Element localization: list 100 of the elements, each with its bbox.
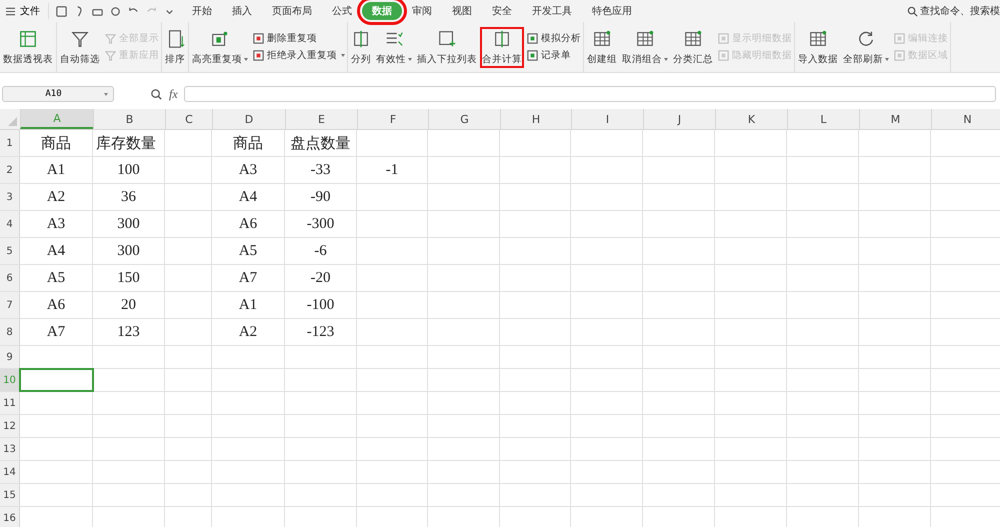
cell-text: -6	[314, 242, 327, 260]
menu-icon[interactable]	[5, 6, 16, 16]
dropdown-caret-icon	[408, 58, 412, 60]
row-header[interactable]: 5	[0, 238, 20, 264]
column-header[interactable]: K	[715, 109, 787, 129]
menu-tab[interactable]: 开始	[182, 2, 222, 20]
column-header[interactable]: C	[165, 109, 212, 129]
cell-text: -300	[306, 216, 334, 232]
row-header[interactable]: 3	[0, 184, 20, 210]
search-field[interactable]: 查找命令、搜索模	[907, 4, 1000, 18]
row-header[interactable]: 6	[0, 265, 20, 291]
row-header[interactable]: 15	[0, 484, 20, 506]
zoom-icon[interactable]	[150, 88, 163, 100]
ribbon-button[interactable]: 排序	[163, 26, 187, 68]
funnel-icon	[104, 32, 117, 45]
ribbon-button[interactable]: 创建组	[585, 26, 619, 68]
row-header[interactable]: 14	[0, 461, 20, 483]
column-header[interactable]: F	[357, 109, 428, 129]
cell-text: 20	[121, 296, 136, 314]
ribbon-button[interactable]: 分列	[349, 26, 373, 68]
search-icon	[907, 6, 918, 16]
column-header[interactable]: N	[931, 109, 1000, 129]
cell-text: A1	[46, 162, 66, 178]
row-header[interactable]: 8	[0, 319, 20, 345]
ribbon-button[interactable]: 删除重复项	[251, 32, 346, 45]
column-header[interactable]: I	[571, 109, 643, 129]
cell-text: A7	[238, 270, 258, 286]
cell-text: A1	[238, 296, 258, 314]
cell-text: A4	[238, 188, 258, 206]
ribbon-button[interactable]: 合并计算	[480, 26, 524, 68]
cell-text: 库存数量	[96, 134, 156, 152]
cell-text: 100	[117, 162, 140, 178]
cell-text: -100	[306, 296, 334, 314]
ribbon-button[interactable]: 取消组合	[620, 26, 670, 68]
row-header[interactable]: 4	[0, 211, 20, 237]
row-header[interactable]: 7	[0, 292, 20, 318]
menu-tab[interactable]: 特色应用	[582, 2, 642, 20]
column-header[interactable]: G	[428, 109, 500, 129]
menu-tab[interactable]: 审阅	[402, 2, 442, 20]
cell-text: 商品	[41, 134, 71, 152]
funnel-icon	[104, 49, 117, 62]
cell-text: A2	[46, 188, 66, 206]
cell-text: 300	[117, 242, 140, 260]
ribbon-button[interactable]: 分类汇总	[671, 26, 715, 68]
column-header[interactable]: J	[643, 109, 715, 129]
row-header[interactable]: 2	[0, 157, 20, 183]
column-header[interactable]: E	[285, 109, 357, 129]
row-header[interactable]: 1	[0, 130, 20, 156]
column-header[interactable]: M	[859, 109, 931, 129]
name-box[interactable]: A10	[2, 86, 114, 102]
cell-text: A6	[238, 216, 258, 232]
row-header[interactable]: 16	[0, 507, 20, 527]
file-menu[interactable]: 文件	[16, 3, 49, 19]
cell-text: -20	[310, 270, 330, 286]
column-header[interactable]: B	[93, 109, 165, 129]
row-header[interactable]: 11	[0, 392, 20, 414]
menu-tab[interactable]: 公式	[322, 2, 362, 20]
cell-text: A4	[46, 242, 66, 260]
row-header[interactable]: 12	[0, 415, 20, 437]
ribbon-button[interactable]: 全部刷新	[841, 26, 891, 68]
cell-text: 盘点数量	[290, 134, 350, 152]
ribbon-button[interactable]: 模拟分析	[525, 32, 582, 45]
cell-text: A6	[46, 296, 66, 314]
dropdown-caret-icon	[664, 58, 668, 60]
menu-tab[interactable]: 插入	[222, 2, 262, 20]
formula-input[interactable]	[184, 86, 996, 102]
cell-text: A3	[46, 216, 66, 232]
dropdown-caret-icon	[244, 58, 248, 60]
cell-text: A5	[46, 270, 66, 286]
ribbon-button[interactable]: 自动筛选	[58, 26, 102, 68]
menu-tab[interactable]: 安全	[482, 2, 522, 20]
column-header[interactable]: D	[212, 109, 285, 129]
ribbon-button[interactable]: 记录单	[525, 49, 582, 62]
column-header[interactable]: H	[500, 109, 571, 129]
menu-tab[interactable]: 视图	[442, 2, 482, 20]
ribbon-button[interactable]: 高亮重复项	[190, 26, 250, 68]
row-header[interactable]: 9	[0, 346, 20, 368]
cell-text: A5	[238, 242, 258, 260]
column-header[interactable]: L	[787, 109, 859, 129]
cell-text: 36	[121, 188, 136, 206]
cell-text: 150	[117, 270, 140, 286]
ribbon-button[interactable]: 导入数据	[796, 26, 840, 68]
cell-text: 商品	[233, 134, 263, 152]
menu-tab[interactable]: 开发工具	[522, 2, 582, 20]
ribbon-button[interactable]: 有效性	[374, 26, 414, 68]
row-header[interactable]: 13	[0, 438, 20, 460]
cell-text: 123	[117, 324, 140, 340]
cell-text: A3	[238, 162, 258, 178]
cell-text: -90	[310, 188, 330, 206]
cell-text: 300	[117, 216, 140, 232]
dropdown-caret-icon	[341, 54, 345, 57]
function-label[interactable]: fx	[169, 86, 178, 102]
selected-cell[interactable]	[20, 369, 93, 391]
ribbon-button[interactable]: 拒绝录入重复项	[251, 49, 346, 62]
menu-tab[interactable]: 页面布局	[262, 2, 322, 20]
cell-text: A7	[46, 324, 66, 340]
dropdown-caret-icon	[885, 58, 889, 60]
ribbon-button[interactable]: 插入下拉列表	[415, 26, 479, 68]
ribbon-button[interactable]: 数据透视表	[1, 26, 55, 68]
cell-text: -1	[386, 162, 398, 178]
